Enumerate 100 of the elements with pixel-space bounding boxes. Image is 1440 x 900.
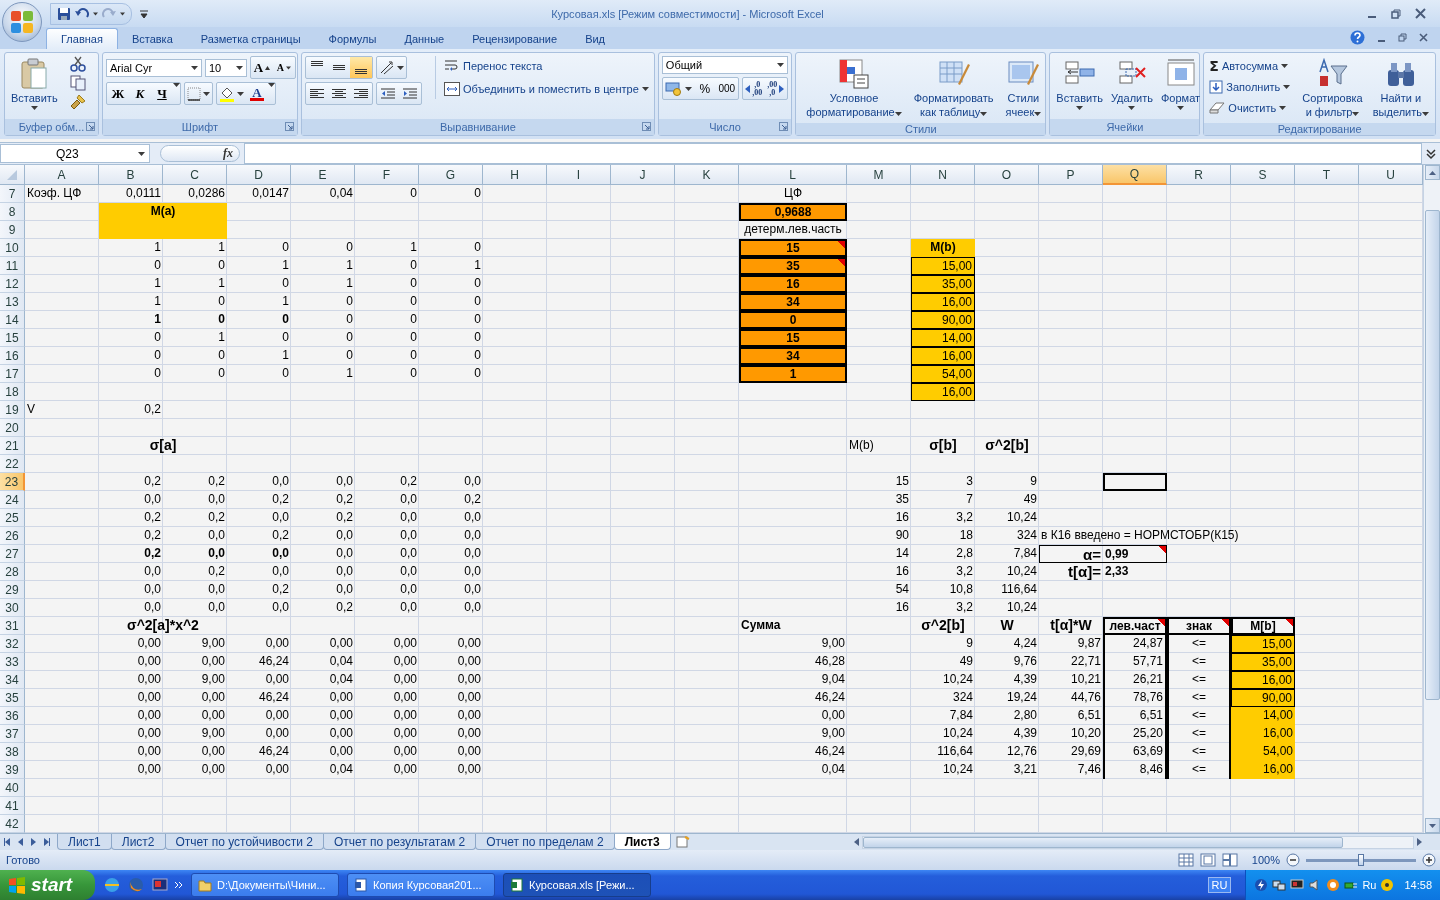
row-header[interactable]: 9 xyxy=(0,221,25,239)
ribbon-tab[interactable]: Вид xyxy=(571,28,620,49)
grow-font-button[interactable]: A xyxy=(250,57,273,78)
column-header[interactable]: R xyxy=(1167,165,1231,185)
row-header[interactable]: 26 xyxy=(0,527,25,545)
globe-icon[interactable] xyxy=(103,876,121,894)
close-icon[interactable] xyxy=(1419,33,1428,42)
column-header[interactable]: F xyxy=(355,165,419,185)
decrease-decimal-button[interactable]: ,00 ,0 xyxy=(764,78,787,99)
merge-center-button[interactable]: Объединить и поместить в центре xyxy=(441,79,651,99)
row-header[interactable]: 18 xyxy=(0,383,25,401)
start-button[interactable]: start xyxy=(0,870,95,900)
ribbon-tab[interactable]: Разметка страницы xyxy=(186,28,315,49)
column-header[interactable]: C xyxy=(163,165,227,185)
paste-button[interactable]: Вставить xyxy=(8,56,61,112)
column-header[interactable]: A xyxy=(25,165,99,185)
row-header[interactable]: 13 xyxy=(0,293,25,311)
customize-caret-icon[interactable] xyxy=(140,9,148,18)
row-header[interactable]: 7 xyxy=(0,185,25,203)
sort-filter-button[interactable]: Сортировка и фильтр xyxy=(1299,56,1366,120)
ribbon-tab[interactable]: Рецензирование xyxy=(458,28,572,49)
sheet-tab[interactable]: Отчет по устойчивости 2 xyxy=(164,834,324,850)
column-header[interactable]: G xyxy=(419,165,483,185)
row-header[interactable]: 8 xyxy=(0,203,25,221)
row-header[interactable]: 24 xyxy=(0,491,25,509)
keyboard-language[interactable]: Ru xyxy=(1362,879,1377,891)
taskbar-button[interactable]: Курсовая.xls [Режи... xyxy=(503,873,651,897)
ribbon-tab[interactable]: Данные xyxy=(390,28,459,49)
left-arrow-icon[interactable] xyxy=(853,838,860,846)
autosum-button[interactable]: Σ Автосумма xyxy=(1207,56,1293,76)
row-header[interactable]: 41 xyxy=(0,797,25,815)
row-header[interactable]: 40 xyxy=(0,779,25,797)
row-header[interactable]: 29 xyxy=(0,581,25,599)
scissors-icon[interactable] xyxy=(69,56,86,72)
column-header[interactable]: E xyxy=(291,165,355,185)
format-cells-button[interactable]: Формат xyxy=(1158,56,1204,112)
column-header[interactable]: I xyxy=(547,165,611,185)
delete-cells-button[interactable]: Удалить xyxy=(1108,56,1156,112)
zoom-out-icon[interactable] xyxy=(1286,853,1300,867)
row-header[interactable]: 39 xyxy=(0,761,25,779)
row-header[interactable]: 32 xyxy=(0,635,25,653)
page-layout-icon[interactable] xyxy=(1199,853,1216,867)
monitor-icon[interactable] xyxy=(1290,878,1305,892)
format-table-button[interactable]: Форматировать как таблицу xyxy=(910,56,997,120)
row-header[interactable]: 23 xyxy=(0,473,25,491)
row-header[interactable]: 36 xyxy=(0,707,25,725)
clear-button[interactable]: Очистить xyxy=(1207,98,1293,118)
column-header[interactable]: K xyxy=(675,165,739,185)
brush-icon[interactable] xyxy=(69,94,86,110)
font-size-field[interactable]: 10 xyxy=(204,58,247,77)
row-header[interactable]: 21 xyxy=(0,437,25,455)
language-indicator[interactable]: RU xyxy=(1207,877,1232,893)
restore-icon[interactable] xyxy=(1391,8,1401,19)
column-header[interactable]: S xyxy=(1231,165,1295,185)
row-header[interactable]: 37 xyxy=(0,725,25,743)
row-header[interactable]: 10 xyxy=(0,239,25,257)
ribbon-tab[interactable]: Формулы xyxy=(314,28,391,49)
column-header[interactable]: J xyxy=(611,165,675,185)
number-format-field[interactable]: Общий xyxy=(661,56,788,74)
selected-cell[interactable] xyxy=(1103,473,1167,491)
sheet-tab[interactable]: Лист2 xyxy=(110,834,166,850)
help-icon[interactable] xyxy=(1350,30,1365,45)
wireless-icon[interactable] xyxy=(1380,878,1395,892)
row-header[interactable]: 42 xyxy=(0,815,25,833)
vertical-align-button[interactable] xyxy=(349,57,372,78)
formula-input[interactable] xyxy=(244,143,1422,164)
sheet-tab[interactable]: Отчет по результатам 2 xyxy=(322,834,477,850)
dialog-launcher-icon[interactable] xyxy=(779,122,789,131)
normal-view-icon[interactable] xyxy=(1177,853,1194,867)
row-header[interactable]: 16 xyxy=(0,347,25,365)
close-icon[interactable] xyxy=(1415,8,1426,19)
percent-button[interactable]: % xyxy=(693,78,716,99)
column-header[interactable]: N xyxy=(911,165,975,185)
column-header[interactable]: U xyxy=(1359,165,1423,185)
page-break-icon[interactable] xyxy=(1221,853,1238,867)
chevron-icon[interactable] xyxy=(175,881,183,889)
row-header[interactable]: 34 xyxy=(0,671,25,689)
row-header[interactable]: 25 xyxy=(0,509,25,527)
zoom-in-icon[interactable] xyxy=(1422,853,1436,867)
column-header[interactable]: D xyxy=(227,165,291,185)
fill-button[interactable]: Заполнить xyxy=(1207,77,1293,97)
restore-icon[interactable] xyxy=(1398,33,1407,42)
column-header[interactable]: M xyxy=(847,165,911,185)
copy-icon[interactable] xyxy=(69,75,86,91)
row-header[interactable]: 31 xyxy=(0,617,25,635)
row-header[interactable]: 14 xyxy=(0,311,25,329)
find-select-button[interactable]: Найти и выделить xyxy=(1369,56,1432,120)
cell-styles-button[interactable]: Стили ячеек xyxy=(1002,56,1045,120)
row-header[interactable]: 20 xyxy=(0,419,25,437)
row-header[interactable]: 19 xyxy=(0,401,25,419)
expand-icon[interactable] xyxy=(1425,146,1437,161)
dialog-launcher-icon[interactable] xyxy=(641,122,651,131)
row-header[interactable]: 38 xyxy=(0,743,25,761)
zoom-level[interactable]: 100% xyxy=(1251,854,1280,866)
column-header[interactable]: L xyxy=(739,165,847,185)
thousands-button[interactable]: 000 xyxy=(715,78,738,99)
dialog-launcher-icon[interactable] xyxy=(85,122,95,131)
network-icon[interactable] xyxy=(1272,878,1287,892)
ring-icon[interactable] xyxy=(1326,878,1341,892)
column-header[interactable]: O xyxy=(975,165,1039,185)
